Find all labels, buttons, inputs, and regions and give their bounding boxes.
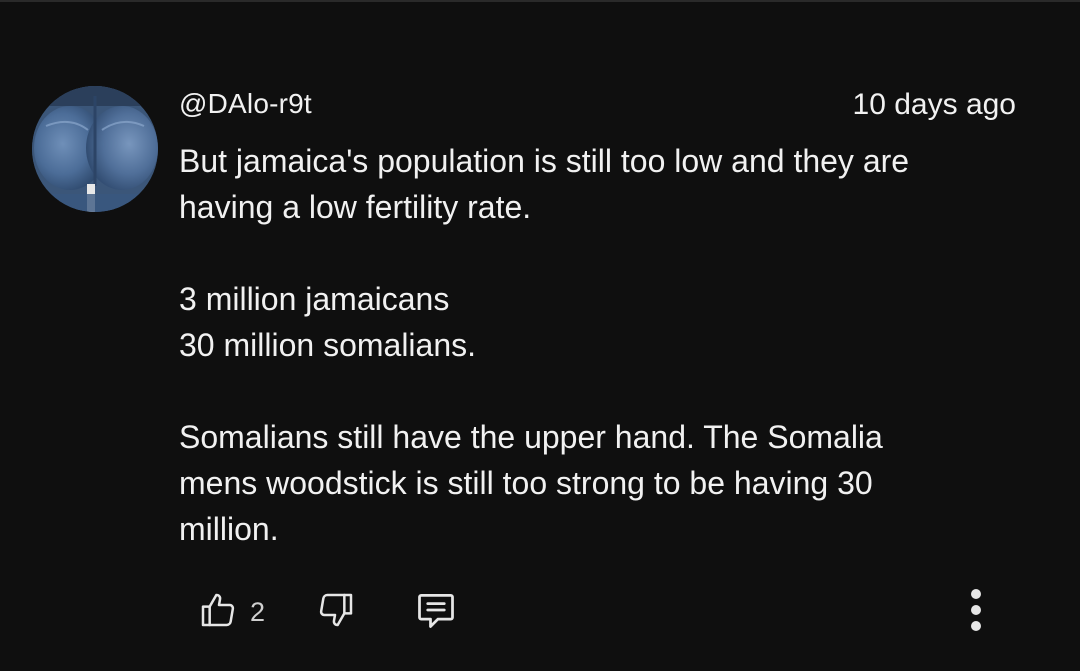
comment-line: 30 million somalians.	[179, 327, 477, 363]
thumbs-up-icon	[198, 590, 238, 635]
comment-actions: 2	[0, 588, 1080, 640]
comment-line: million.	[179, 511, 279, 547]
comment-line: having a low fertility rate.	[179, 189, 532, 225]
dislike-button[interactable]	[316, 590, 356, 634]
like-button[interactable]: 2	[198, 590, 265, 634]
avatar-image	[32, 86, 158, 212]
avatar[interactable]	[32, 86, 158, 212]
comment-line: 3 million jamaicans	[179, 281, 450, 317]
reply-button[interactable]	[414, 590, 458, 634]
comment-line: mens woodstick is still too strong to be…	[179, 465, 873, 501]
comment-icon	[414, 588, 458, 637]
more-options-button[interactable]	[962, 588, 990, 636]
comment-body: But jamaica's population is still too lo…	[179, 138, 1024, 552]
comment-header: @DAlo-r9t 10 days ago	[179, 86, 1024, 126]
like-count: 2	[250, 596, 266, 627]
thumbs-down-icon	[316, 590, 356, 635]
more-vertical-icon	[966, 586, 986, 639]
comment: @DAlo-r9t 10 days ago But jamaica's popu…	[179, 86, 1024, 552]
author-handle[interactable]: @DAlo-r9t	[179, 88, 312, 120]
timestamp[interactable]: 10 days ago	[853, 88, 1016, 122]
top-divider	[0, 0, 1080, 2]
comment-line: But jamaica's population is still too lo…	[179, 143, 910, 179]
comment-line: Somalians still have the upper hand. The…	[179, 419, 883, 455]
